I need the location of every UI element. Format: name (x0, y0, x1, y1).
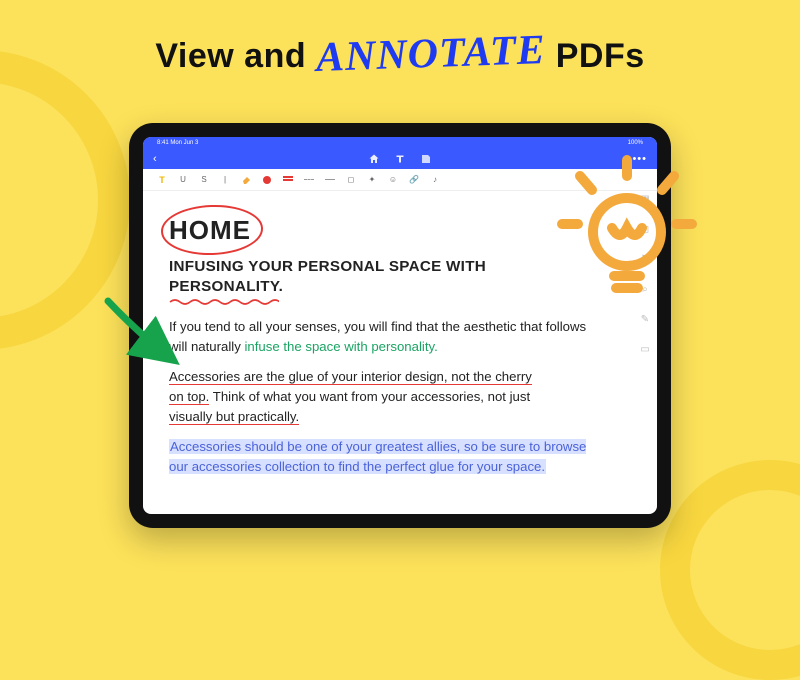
annotation-arrow (100, 293, 200, 373)
status-bar: 8:41 Mon Jun 3 100% (143, 137, 657, 149)
paragraph-1: If you tend to all your senses, you will… (169, 317, 601, 357)
link-tool[interactable]: 🔗 (409, 175, 419, 185)
text-tool-icon[interactable] (394, 153, 406, 165)
status-wifi: 100% (628, 140, 643, 146)
person-tool[interactable]: ☺ (388, 175, 398, 185)
strike-tool[interactable]: S (199, 175, 209, 185)
line-tool[interactable] (325, 175, 335, 185)
doc-subhead: INFUSING YOUR PERSONAL SPACE WITH PERSON… (169, 257, 601, 297)
underline-tool[interactable]: U (178, 175, 188, 185)
divider-icon: | (220, 175, 230, 185)
eraser-tool[interactable] (241, 175, 251, 185)
dashed-tool[interactable] (304, 175, 314, 185)
edit-icon[interactable]: ✎ (639, 313, 651, 325)
headline-post: PDFs (546, 37, 645, 75)
doc-title-wrap: HOME (169, 211, 251, 251)
home-icon[interactable] (368, 153, 380, 165)
p2-line3: visually but practically. (169, 409, 299, 425)
audio-tool[interactable]: ♪ (430, 175, 440, 185)
lightbulb-icon (552, 154, 702, 304)
page-headline: View and ANNOTATE PDFs (0, 30, 800, 78)
pen-color-red[interactable] (262, 175, 272, 185)
stamp-tool[interactable]: ✦ (367, 175, 377, 185)
p2-line2a: on top. (169, 389, 209, 405)
status-time: 8:41 Mon Jun 3 (157, 140, 198, 146)
headline-hand: ANNOTATE (315, 26, 546, 82)
p3-highlight: Accessories should be one of your greate… (169, 439, 586, 474)
paragraph-2: Accessories are the glue of your interio… (169, 367, 601, 427)
note-icon[interactable] (420, 153, 432, 165)
bg-circle-right (660, 460, 800, 680)
p2-line1: Accessories are the glue of your interio… (169, 369, 532, 385)
pen-lines-tool[interactable] (283, 175, 293, 185)
subhead-line1: INFUSING YOUR PERSONAL SPACE WITH (169, 258, 486, 275)
circle-annotation (160, 203, 264, 256)
p2-line2b: Think of what you want from your accesso… (209, 389, 530, 404)
headline-pre: View and (155, 37, 316, 75)
page-icon[interactable]: ▭ (639, 343, 651, 355)
shape-tool[interactable]: ◻ (346, 175, 356, 185)
back-button[interactable]: ‹ (153, 154, 157, 165)
highlight-tool[interactable]: T (157, 175, 167, 185)
paragraph-3: Accessories should be one of your greate… (169, 437, 601, 477)
p1-green: infuse the space with personality. (245, 339, 438, 354)
